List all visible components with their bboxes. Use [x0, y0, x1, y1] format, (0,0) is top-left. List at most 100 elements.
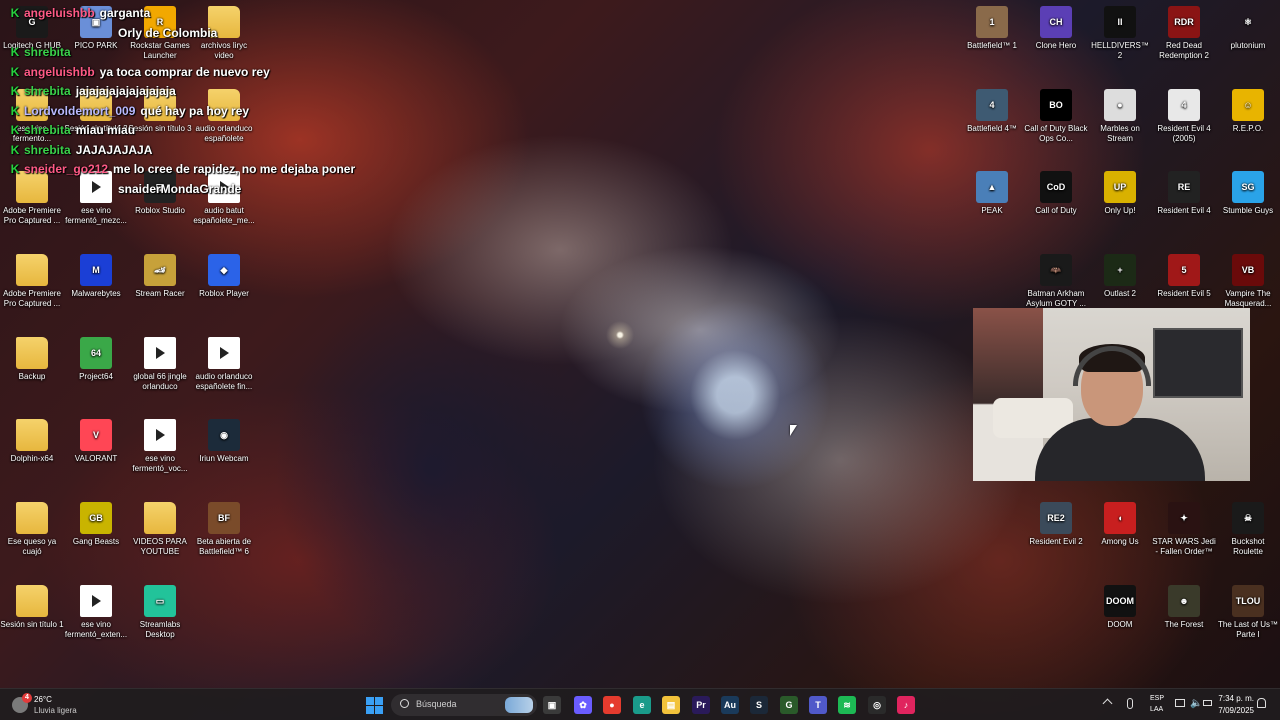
desktop-icon[interactable]: 🏎 Stream Racer: [128, 254, 192, 299]
clock-date[interactable]: 7/09/2025: [1214, 706, 1254, 715]
weather-temp: 26°C: [34, 695, 52, 704]
chat-text: Orly de Colombia: [118, 25, 218, 40]
volume-icon[interactable]: 🔈: [1190, 698, 1202, 709]
desktop-icon[interactable]: audio orlanduco españolete fin...: [192, 337, 256, 392]
desktop-icon[interactable]: BF Beta abierta de Battlefield™ 6: [192, 502, 256, 557]
desktop-icon[interactable]: ◉ Iriun Webcam: [192, 419, 256, 464]
desktop-icon[interactable]: M Malwarebytes: [64, 254, 128, 299]
language-top[interactable]: ESP: [1150, 695, 1164, 702]
desktop-icon[interactable]: 5 Resident Evil 5: [1152, 254, 1216, 299]
taskbar-spotify-icon[interactable]: ≋: [838, 696, 856, 714]
desktop-icon[interactable]: + Outlast 2: [1088, 254, 1152, 299]
desktop-icon[interactable]: ☺ R.E.P.O.: [1216, 89, 1280, 134]
desktop-icon[interactable]: ☠ Buckshot Roulette: [1216, 502, 1280, 557]
desktop-icon[interactable]: TLOU The Last of Us™ Parte I: [1216, 585, 1280, 640]
desktop-icon[interactable]: ese vino fermentó_voc...: [128, 419, 192, 474]
app-icon: 4: [976, 89, 1008, 121]
clock-time[interactable]: 7:34 p. m.: [1214, 694, 1254, 703]
desktop-icon[interactable]: ◆ Roblox Player: [192, 254, 256, 299]
video-file-icon: [80, 585, 112, 617]
desktop-icon[interactable]: 1 Battlefield™ 1: [960, 6, 1024, 51]
desktop-icon-label: Only Up!: [1104, 206, 1136, 215]
chat-message: Kangeluishbb ya toca comprar de nuevo rey: [0, 65, 380, 85]
chat-message: Ksneider_go212 me lo cree de rapidez, no …: [0, 162, 380, 182]
taskbar-audition-icon[interactable]: Au: [721, 696, 739, 714]
desktop-icon[interactable]: ▲ PEAK: [960, 171, 1024, 216]
network-icon[interactable]: [1175, 699, 1185, 707]
taskbar-steam-icon[interactable]: S: [750, 696, 768, 714]
desktop-icon-label: Project64: [79, 372, 113, 381]
chat-message: Kshrebita jajajajajajajajajaja: [0, 84, 380, 104]
desktop-icon-label: Malwarebytes: [71, 289, 121, 298]
desktop-icon-label: ese vino fermentó_mezc...: [65, 206, 127, 225]
desktop-icon[interactable]: RE Resident Evil 4: [1152, 171, 1216, 216]
desktop-icon[interactable]: Ese queso ya cuajó: [0, 502, 64, 557]
desktop-icon[interactable]: 64 Project64: [64, 337, 128, 382]
app-icon: 5: [1168, 254, 1200, 286]
folder-icon: [144, 502, 176, 534]
taskbar-premiere-pro-icon[interactable]: Pr: [692, 696, 710, 714]
desktop-icon[interactable]: CoD Call of Duty: [1024, 171, 1088, 216]
desktop-icon[interactable]: BO Call of Duty Black Ops Co...: [1024, 89, 1088, 144]
desktop-icon[interactable]: RE2 Resident Evil 2: [1024, 502, 1088, 547]
weather-widget[interactable]: 4 26°C Lluvia ligera: [10, 693, 100, 717]
kick-badge-icon: K: [10, 103, 20, 118]
desktop-icon[interactable]: V VALORANT: [64, 419, 128, 464]
desktop-icon[interactable]: CH Clone Hero: [1024, 6, 1088, 51]
desktop-icon[interactable]: ◖ Among Us: [1088, 502, 1152, 547]
microphone-icon[interactable]: [1127, 698, 1133, 709]
desktop-icon[interactable]: Adobe Premiere Pro Captured ...: [0, 254, 64, 309]
kick-badge-icon: K: [10, 6, 20, 20]
desktop-icon-label: Call of Duty Black Ops Co...: [1024, 124, 1088, 143]
taskbar-chrome-icon[interactable]: ●: [603, 696, 621, 714]
app-icon: DOOM: [1104, 585, 1136, 617]
desktop-icon[interactable]: UP Only Up!: [1088, 171, 1152, 216]
desktop-icon[interactable]: ese vino fermentó_exten...: [64, 585, 128, 640]
app-icon: CoD: [1040, 171, 1072, 203]
desktop-icon[interactable]: Backup: [0, 337, 64, 382]
taskbar-task-view-icon[interactable]: ▣: [543, 696, 561, 714]
desktop-icon-label: Roblox Player: [199, 289, 249, 298]
chat-message: snaiderMondaGrande: [0, 182, 380, 202]
desktop-icon[interactable]: VIDEOS PARA YOUTUBE: [128, 502, 192, 557]
desktop-icon[interactable]: ✦ STAR WARS Jedi - Fallen Order™: [1152, 502, 1216, 557]
desktop-icon[interactable]: ☻ The Forest: [1152, 585, 1216, 630]
language-bottom[interactable]: LAA: [1150, 706, 1163, 713]
taskbar-copilot-icon[interactable]: ✿: [574, 696, 592, 714]
desktop-icon-label: Beta abierta de Battlefield™ 6: [196, 537, 252, 556]
desktop-icon[interactable]: 🦇 Batman Arkham Asylum GOTY ...: [1024, 254, 1088, 309]
search-box[interactable]: Búsqueda: [391, 694, 537, 716]
taskbar-teams-icon[interactable]: T: [809, 696, 827, 714]
desktop-icon[interactable]: 4 Battlefield 4™: [960, 89, 1024, 134]
desktop-icon[interactable]: ⚛ plutonium: [1216, 6, 1280, 51]
taskbar-file-explorer-icon[interactable]: ▤: [662, 696, 680, 714]
taskbar-g-hub-icon[interactable]: G: [780, 696, 798, 714]
show-hidden-icons-chevron-icon[interactable]: [1102, 698, 1113, 709]
stream-chat-overlay: Kangeluishbb garganta Orly de Colombia Kshr…: [0, 6, 380, 201]
desktop-icon[interactable]: ● Marbles on Stream: [1088, 89, 1152, 144]
desktop-icon[interactable]: SG Stumble Guys: [1216, 171, 1280, 216]
desktop-icon[interactable]: global 66 jingle orlanduco: [128, 337, 192, 392]
battery-icon[interactable]: [1203, 700, 1212, 706]
desktop-icon[interactable]: DOOM DOOM: [1088, 585, 1152, 630]
app-icon: ☻: [1168, 585, 1200, 617]
desktop-icon[interactable]: VB Vampire The Masquerad...: [1216, 254, 1280, 309]
desktop-icon-label: Stream Racer: [135, 289, 185, 298]
desktop-icon[interactable]: Sesión sin título 1: [0, 585, 64, 630]
taskbar-edge-icon[interactable]: e: [633, 696, 651, 714]
desktop-icon[interactable]: 4 Resident Evil 4 (2005): [1152, 89, 1216, 144]
taskbar-obs-icon[interactable]: ◎: [868, 696, 886, 714]
kick-badge-icon: K: [10, 84, 20, 98]
desktop-icon[interactable]: II HELLDIVERS™ 2: [1088, 6, 1152, 61]
notification-bell-icon[interactable]: [1257, 698, 1266, 708]
taskbar-tiktok-icon[interactable]: ♪: [897, 696, 915, 714]
app-icon: GB: [80, 502, 112, 534]
app-icon: ☠: [1232, 502, 1264, 534]
folder-icon: [16, 337, 48, 369]
desktop-icon[interactable]: RDR Red Dead Redemption 2: [1152, 6, 1216, 61]
desktop-icon-label: Resident Evil 4: [1157, 206, 1211, 215]
desktop-icon[interactable]: Dolphin-x64: [0, 419, 64, 464]
start-button[interactable]: [366, 697, 383, 714]
desktop-icon[interactable]: GB Gang Beasts: [64, 502, 128, 547]
desktop-icon[interactable]: ▭ Streamlabs Desktop: [128, 585, 192, 640]
